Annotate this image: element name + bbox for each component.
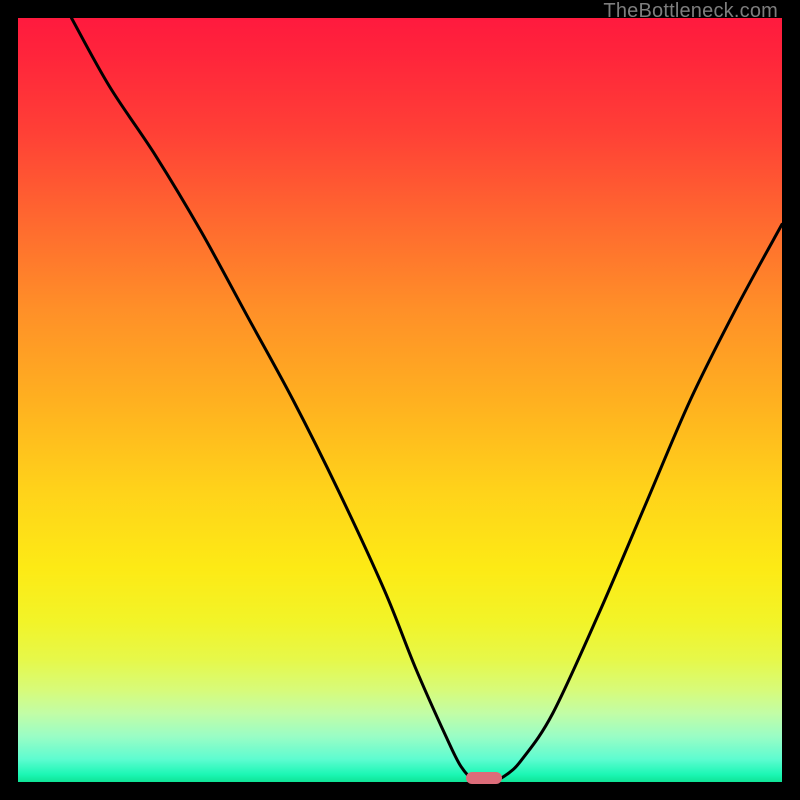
curve-path bbox=[71, 18, 782, 782]
watermark-text: TheBottleneck.com bbox=[603, 0, 778, 23]
bottleneck-curve bbox=[18, 18, 782, 782]
chart-frame: TheBottleneck.com bbox=[0, 0, 800, 800]
plot-area bbox=[18, 18, 782, 782]
optimal-marker bbox=[466, 772, 502, 784]
